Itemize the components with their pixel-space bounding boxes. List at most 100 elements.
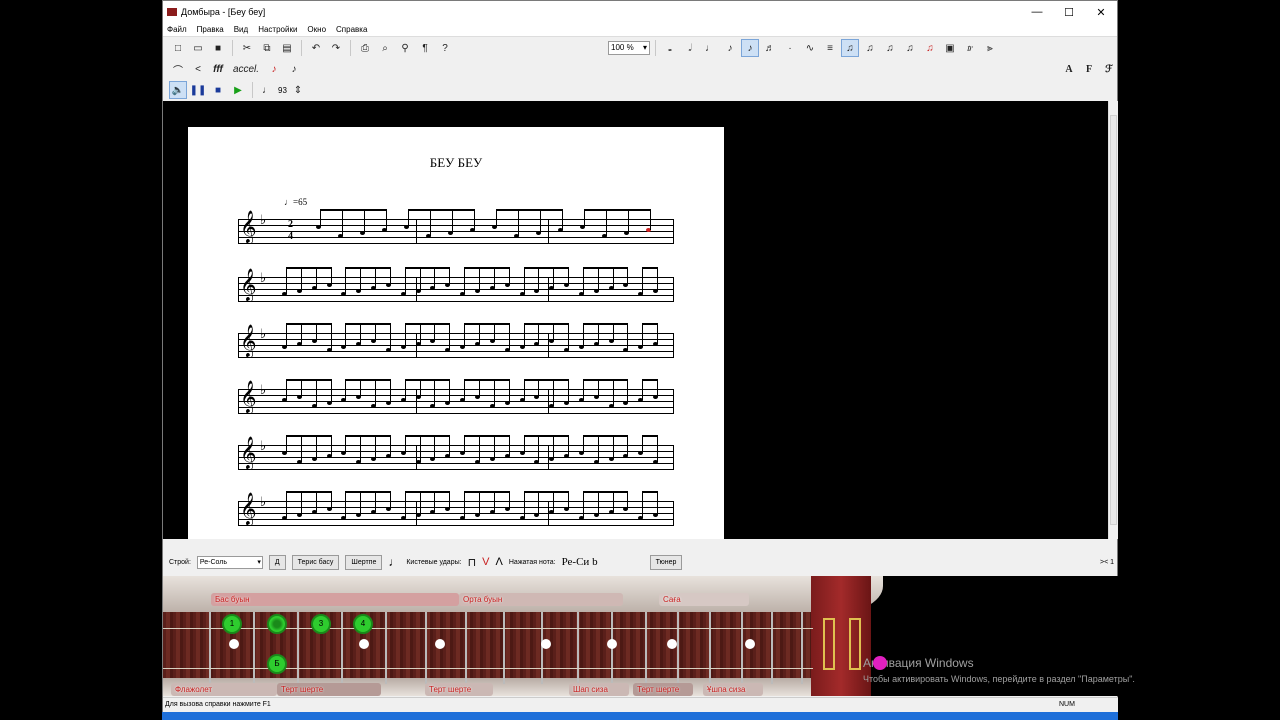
staff: 𝄞 ♭ (238, 267, 674, 302)
accent-icon[interactable]: Λ (496, 556, 503, 568)
tab-shap[interactable]: Шап сиза (569, 683, 629, 696)
paste-icon[interactable]: ▤ (278, 39, 296, 57)
menu-bar: Файл Правка Вид Настройки Окно Справка (163, 23, 1117, 37)
note-stem (386, 209, 387, 230)
redo-icon[interactable]: ↷ (327, 39, 345, 57)
repeat-icon[interactable]: ♪ (285, 60, 303, 78)
spin-icon[interactable]: ⇕ (289, 81, 307, 99)
auto-tempo-icon[interactable]: ♪ (265, 60, 283, 78)
tempo-value[interactable]: 93 (278, 86, 287, 95)
half-note-icon[interactable]: 𝅗𝅥 (681, 39, 699, 57)
beam-split-icon[interactable]: ♫ (881, 39, 899, 57)
undo-icon[interactable]: ↶ (307, 39, 325, 57)
crescendo-icon[interactable]: < (189, 60, 207, 78)
tab-tert-1[interactable]: Терт шерте (277, 683, 381, 696)
save-icon[interactable]: ■ (209, 39, 227, 57)
fret (209, 612, 211, 684)
menu-settings[interactable]: Настройки (258, 25, 297, 34)
d-button[interactable]: Д (268, 554, 286, 570)
note-stem (642, 435, 644, 453)
menu-view[interactable]: Вид (234, 25, 248, 34)
beam-icon[interactable]: ≡ (821, 39, 839, 57)
barline (548, 333, 549, 357)
shertpe-button[interactable]: Шертпе (345, 554, 383, 570)
eighth-note-icon[interactable]: ♪ (721, 39, 739, 57)
tab-saga[interactable]: Саға (659, 593, 749, 606)
fret (677, 612, 679, 684)
note-settings-icon[interactable]: ▣ (941, 39, 959, 57)
trill-icon[interactable]: 𝆖 (961, 39, 979, 57)
speaker-icon[interactable]: 🔈 (169, 81, 187, 99)
note-stem (404, 379, 406, 400)
stop-icon[interactable]: ■ (209, 81, 227, 99)
reverse-button[interactable]: Терис басу (291, 554, 340, 570)
zoom-select[interactable]: 100 % (608, 41, 650, 55)
thirtysecond-note-icon[interactable]: ♬ (761, 39, 779, 57)
scroll-thumb[interactable] (1110, 115, 1117, 525)
tab-flageolet[interactable]: Флажолет (171, 683, 277, 696)
quarter-note-icon[interactable]: ♩ (701, 39, 719, 57)
note-input-icon[interactable]: ♫ (841, 39, 859, 57)
staff-line (238, 351, 674, 352)
note-stem (508, 491, 510, 509)
beam-join-icon[interactable]: ♫ (861, 39, 879, 57)
tab-tert-2[interactable]: Терт шерте (425, 683, 493, 696)
tuner-button[interactable]: Тюнер (649, 554, 683, 570)
finger-2[interactable] (267, 614, 287, 634)
print-preview-icon[interactable]: ⌕ (376, 39, 394, 57)
note-stem (434, 267, 436, 288)
tuplet-icon[interactable]: ∿ (801, 39, 819, 57)
tuning-select[interactable]: Ре-Соль (196, 555, 263, 569)
open-folder-icon[interactable]: ▭ (189, 39, 207, 57)
pilcrow-icon[interactable]: ¶ (416, 39, 434, 57)
font-ff-icon[interactable]: ℱ (1100, 60, 1118, 78)
upstroke-icon[interactable]: V (482, 556, 489, 568)
font-f-icon[interactable]: F (1080, 60, 1098, 78)
note-stem (419, 379, 421, 397)
maximize-button[interactable]: ☐ (1053, 1, 1085, 23)
dot-icon[interactable]: · (781, 39, 799, 57)
note-beam (408, 209, 475, 211)
arpeggio-icon[interactable]: ⫸ (981, 39, 999, 57)
copy-icon[interactable]: ⧉ (258, 39, 276, 57)
tab-ushpa[interactable]: Ұшпа сиза (703, 683, 763, 696)
color-note-icon[interactable]: ♫ (921, 39, 939, 57)
cut-icon[interactable]: ✂ (238, 39, 256, 57)
help-icon[interactable]: ? (436, 39, 454, 57)
staff-line (238, 401, 674, 402)
time-signature: 24 (288, 219, 293, 242)
tab-tert-3[interactable]: Терт шерте (633, 683, 693, 696)
note-stem (300, 267, 302, 291)
menu-edit[interactable]: Правка (197, 25, 224, 34)
vertical-scrollbar[interactable] (1108, 101, 1118, 539)
print-icon[interactable]: ⎙ (356, 39, 374, 57)
finger-3[interactable]: 3 (311, 614, 331, 634)
note-stem (452, 209, 453, 233)
slur-icon[interactable]: ⌒ (169, 60, 187, 78)
close-button[interactable]: ✕ (1085, 1, 1117, 23)
dynamics-icon[interactable]: fff (209, 60, 227, 78)
fret (577, 612, 579, 684)
menu-file[interactable]: Файл (167, 25, 187, 34)
find-icon[interactable]: ⚲ (396, 39, 414, 57)
beam-break-icon[interactable]: ♫ (901, 39, 919, 57)
new-file-icon[interactable]: □ (169, 39, 187, 57)
font-a-icon[interactable]: A (1060, 60, 1078, 78)
sixteenth-note-icon[interactable]: ♪ (741, 39, 759, 57)
score-workspace[interactable]: БЕУ БЕУ ♩=65 𝄞 ♭ 2 4 𝄞 ♭ 𝄞 ♭ 𝄞 ♭ 𝄞 ♭ 𝄞 ♭ (163, 101, 1108, 539)
finger-1[interactable]: 1 (222, 614, 242, 634)
downstroke-icon[interactable]: ⊓ (468, 556, 477, 569)
whole-note-icon[interactable]: 𝅝 (661, 39, 679, 57)
menu-help[interactable]: Справка (336, 25, 367, 34)
pause-icon[interactable]: ❚❚ (189, 81, 207, 99)
fret-position-dot (667, 639, 677, 649)
tab-middle[interactable]: Орта буын (459, 593, 623, 606)
finger-bass[interactable]: Б (267, 654, 287, 674)
tab-bass[interactable]: Бас буын (211, 593, 459, 606)
accel-button[interactable]: accel. (229, 60, 263, 78)
minimize-button[interactable]: — (1021, 1, 1053, 23)
finger-4[interactable]: 4 (353, 614, 373, 634)
note-stem (449, 267, 451, 285)
menu-window[interactable]: Окно (307, 25, 326, 34)
play-icon[interactable]: ▶ (229, 81, 247, 99)
